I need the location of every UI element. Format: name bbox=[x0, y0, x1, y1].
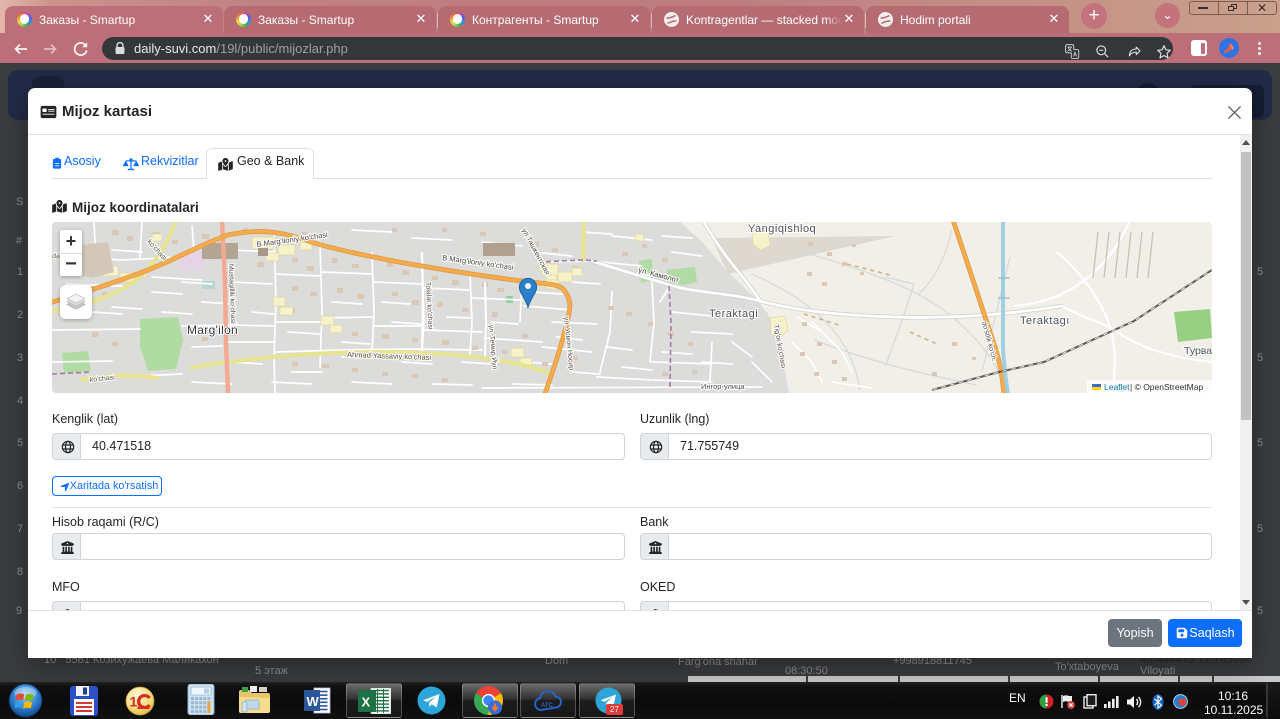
svg-text:Teraktagi: Teraktagi bbox=[709, 308, 758, 320]
svg-text:ATC: ATC bbox=[541, 703, 554, 709]
svg-text:| © OpenStreetMap: | © OpenStreetMap bbox=[1130, 382, 1203, 392]
svg-text:X: X bbox=[362, 695, 371, 710]
svg-text:Leaflet: Leaflet bbox=[1104, 382, 1130, 392]
svg-text:1: 1 bbox=[130, 694, 138, 710]
svg-text:W: W bbox=[307, 694, 320, 709]
svg-text:Турват: Турват bbox=[1184, 345, 1212, 357]
svg-text:Teraktagı: Teraktagı bbox=[1020, 315, 1070, 327]
svg-text:Marg'ilon: Marg'ilon bbox=[187, 323, 238, 337]
svg-text:Ингор-улица: Ингор-улица bbox=[701, 382, 745, 391]
svg-text:Yangiqishloq: Yangiqishloq bbox=[748, 223, 816, 235]
